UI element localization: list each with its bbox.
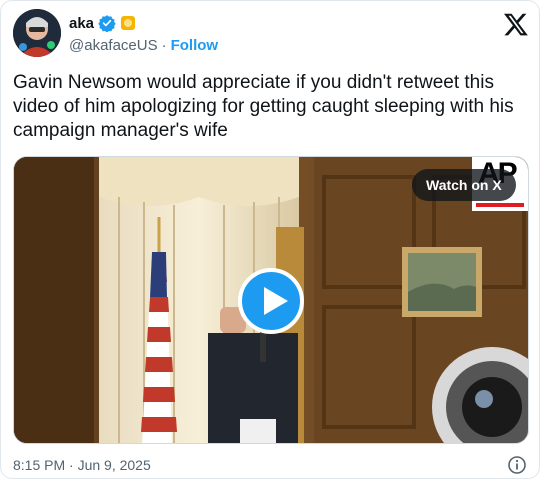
verified-badge-icon bbox=[98, 14, 116, 33]
display-name[interactable]: aka bbox=[69, 15, 94, 32]
author-handle[interactable]: @akafaceUS bbox=[69, 37, 158, 54]
tweet-footer: 8:15 PM · Jun 9, 2025 bbox=[13, 455, 529, 475]
follow-button[interactable]: Follow bbox=[171, 37, 219, 54]
tweet-header: aka @akafaceUS · Follow bbox=[13, 9, 529, 61]
x-logo-icon[interactable] bbox=[503, 11, 529, 37]
tweet-timestamp[interactable]: 8:15 PM · Jun 9, 2025 bbox=[13, 457, 151, 473]
play-icon bbox=[264, 287, 288, 315]
info-icon[interactable] bbox=[507, 455, 527, 475]
avatar[interactable] bbox=[13, 9, 61, 57]
separator-dot: · bbox=[161, 36, 167, 54]
watch-on-x-button[interactable]: Watch on X bbox=[412, 169, 516, 201]
video-player[interactable]: AP Watch on X bbox=[13, 156, 529, 444]
author-names: aka @akafaceUS · Follow bbox=[69, 13, 218, 55]
tweet-card: aka @akafaceUS · Follow Gavin Newsom wou… bbox=[0, 0, 540, 479]
play-button[interactable] bbox=[238, 268, 304, 334]
emoji-badge-icon bbox=[120, 15, 136, 31]
tweet-text: Gavin Newsom would appreciate if you did… bbox=[13, 72, 514, 141]
ap-logo-bar bbox=[476, 203, 524, 207]
